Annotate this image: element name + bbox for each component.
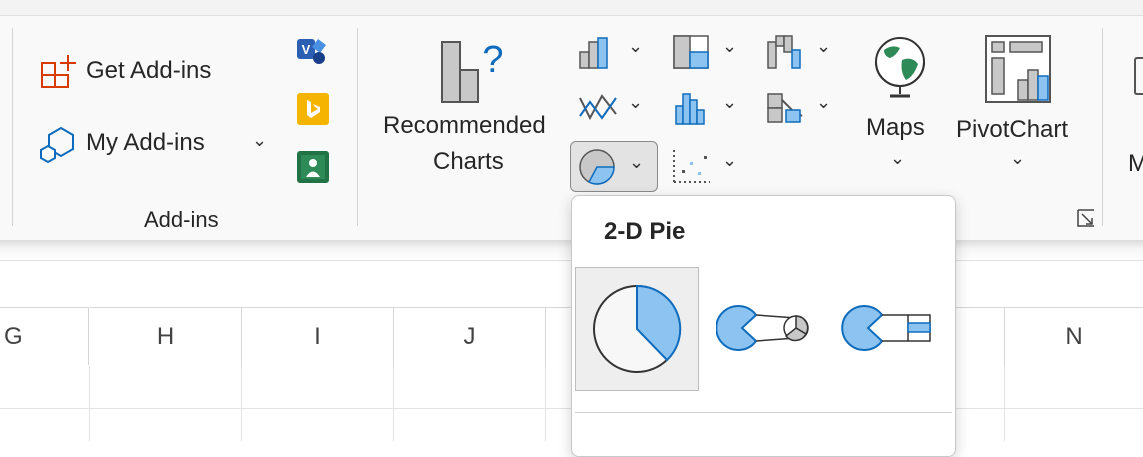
chevron-down-icon: ⌄ <box>722 36 738 56</box>
globe-icon <box>870 32 930 100</box>
hierarchy-chart-button[interactable]: ⌄ <box>666 30 752 72</box>
chevron-down-icon: ⌄ <box>816 36 832 56</box>
group-separator <box>1102 28 1103 226</box>
maps-button[interactable]: Maps ⌄ <box>860 28 942 178</box>
column-chart-icon <box>578 34 618 70</box>
gallery-divider <box>575 412 952 413</box>
bing-icon[interactable] <box>296 92 330 126</box>
column-header-h[interactable]: H <box>90 307 242 366</box>
recommended-charts-label-line1: Recommended <box>383 112 546 139</box>
ribbon-top-edge <box>0 0 1143 16</box>
pie-of-pie-option[interactable] <box>712 290 812 370</box>
gridline <box>1004 366 1005 441</box>
column-bar-chart-button[interactable]: ⌄ <box>572 30 658 72</box>
recommended-charts-label-line2: Charts <box>433 148 504 175</box>
pie-chart-icon <box>577 147 617 187</box>
column-header-j[interactable]: J <box>394 307 546 366</box>
gridline <box>545 366 546 441</box>
chevron-down-icon: ⌄ <box>890 148 906 168</box>
recommended-charts-icon: ? <box>438 34 510 104</box>
funnel-chart-button[interactable]: ⌄ <box>760 86 846 128</box>
maps-label: Maps <box>866 114 925 141</box>
dialog-launcher-icon[interactable] <box>1076 208 1096 228</box>
statistic-chart-button[interactable]: ⌄ <box>666 86 752 128</box>
group-separator <box>12 28 13 226</box>
svg-text:?: ? <box>482 39 503 81</box>
chevron-down-icon: ⌄ <box>816 92 832 112</box>
recommended-charts-button[interactable]: ? Recommended Charts <box>378 28 568 188</box>
partial-ribbon-icon[interactable] <box>1134 56 1143 96</box>
pie-option[interactable] <box>575 267 699 391</box>
gridline <box>241 366 242 441</box>
partial-ribbon-label: M <box>1128 150 1143 177</box>
gridline <box>89 366 90 441</box>
chevron-down-icon: ⌄ <box>1010 148 1026 168</box>
gridline <box>393 366 394 441</box>
addins-group-label: Add-ins <box>144 207 219 232</box>
svg-text:V: V <box>302 42 311 57</box>
pivotchart-label: PivotChart <box>956 116 1069 143</box>
pie-chart-button[interactable]: ⌄ <box>570 141 658 192</box>
chevron-down-icon: ⌄ <box>629 152 645 172</box>
column-header-n[interactable]: N <box>1005 307 1143 366</box>
get-addins-label: Get Add-ins <box>86 57 212 84</box>
my-addins-label: My Add-ins <box>86 129 205 156</box>
get-addins-button[interactable]: Get Add-ins <box>36 48 236 94</box>
bar-of-pie-icon <box>840 298 938 362</box>
chevron-down-icon: ⌄ <box>722 92 738 112</box>
line-chart-button[interactable]: ⌄ <box>572 86 658 128</box>
waterfall-icon <box>766 34 806 70</box>
visio-icon[interactable]: V <box>296 33 330 67</box>
chevron-down-icon: ⌄ <box>628 36 644 56</box>
pie-of-pie-icon <box>716 298 812 362</box>
people-graph-icon[interactable] <box>296 150 330 184</box>
column-header-g[interactable]: G <box>0 307 89 365</box>
column-header-i[interactable]: I <box>242 307 394 366</box>
pivotchart-button[interactable]: PivotChart ⌄ <box>950 28 1086 178</box>
chevron-down-icon: ⌄ <box>628 92 644 112</box>
treemap-icon <box>672 34 712 70</box>
bar-of-pie-option[interactable] <box>836 290 940 370</box>
line-chart-icon <box>578 90 618 126</box>
scatter-chart-button[interactable]: ⌄ <box>666 142 752 190</box>
my-addins-icon <box>39 124 79 164</box>
get-addins-icon <box>40 53 78 89</box>
scatter-chart-icon <box>672 148 712 184</box>
chevron-down-icon: ⌄ <box>722 150 738 170</box>
pie-icon <box>592 284 682 374</box>
histogram-icon <box>672 90 712 126</box>
pivotchart-icon <box>984 34 1054 104</box>
chevron-down-icon[interactable]: ⌄ <box>252 130 267 151</box>
gallery-section-title: 2-D Pie <box>604 218 686 245</box>
waterfall-chart-button[interactable]: ⌄ <box>760 30 846 72</box>
group-separator <box>357 28 358 226</box>
my-addins-button[interactable]: My Add-ins ⌄ <box>36 118 276 168</box>
box-whisker-icon <box>766 90 806 126</box>
